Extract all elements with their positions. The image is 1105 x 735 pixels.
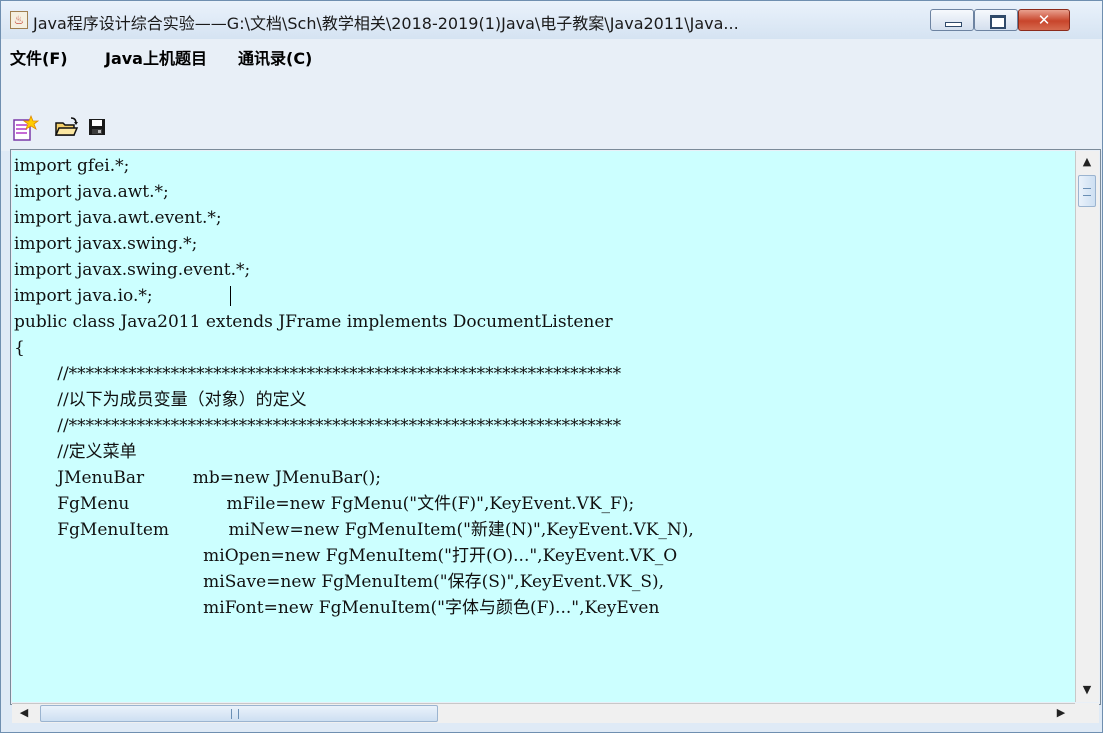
save-file-button[interactable] <box>85 115 111 141</box>
scroll-right-arrow-icon[interactable]: ▶ <box>1052 704 1070 722</box>
minimize-icon <box>945 22 962 27</box>
maximize-icon <box>990 15 1006 29</box>
code-line: import java.io.*; <box>14 286 153 306</box>
menu-contacts[interactable]: 通讯录(C) <box>238 45 312 69</box>
code-line: { <box>14 338 25 358</box>
code-line: import javax.swing.event.*; <box>14 260 251 280</box>
close-icon: ✕ <box>1037 11 1051 29</box>
code-line: miFont=new FgMenuItem("字体与颜色(F)...",KeyE… <box>14 598 660 618</box>
code-line: import javax.swing.*; <box>14 234 198 254</box>
code-line: public class Java2011 extends JFrame imp… <box>14 312 613 332</box>
java-app-icon: ♨ <box>10 11 28 29</box>
code-line: import java.awt.event.*; <box>14 208 222 228</box>
open-folder-icon <box>54 117 79 136</box>
new-file-icon <box>13 114 40 141</box>
code-line: //**************************************… <box>14 416 622 436</box>
window-title: Java程序设计综合实验——G:\文档\Sch\教学相关\2018-2019(1… <box>33 14 739 33</box>
save-disk-icon <box>89 119 105 135</box>
menu-bar: 文件(F) Java上机题目 通讯录(C) <box>1 39 1102 71</box>
code-line: import java.awt.*; <box>14 182 169 202</box>
menu-java-exercises[interactable]: Java上机题目 <box>105 45 207 69</box>
grip-icon <box>231 709 239 719</box>
vertical-scrollbar[interactable]: ▲ ▼ <box>1075 151 1099 702</box>
code-line: miSave=new FgMenuItem("保存(S)",KeyEvent.V… <box>14 572 665 592</box>
code-line: //定义菜单 <box>14 442 137 462</box>
code-line: import gfei.*; <box>14 156 130 176</box>
code-editor[interactable]: import gfei.*; import java.awt.*; import… <box>12 151 1075 702</box>
grip-icon <box>1083 188 1091 196</box>
code-line: miOpen=new FgMenuItem("打开(O)...",KeyEven… <box>14 546 678 566</box>
scroll-corner <box>1075 703 1099 723</box>
open-file-button[interactable] <box>54 115 80 141</box>
vertical-scroll-thumb[interactable] <box>1078 175 1096 207</box>
code-line: FgMenuItem miNew=new FgMenuItem("新建(N)",… <box>14 520 694 540</box>
title-bar[interactable]: ♨ Java程序设计综合实验——G:\文档\Sch\教学相关\2018-2019… <box>1 1 1102 40</box>
horizontal-scroll-thumb[interactable] <box>40 705 438 722</box>
scroll-up-arrow-icon[interactable]: ▲ <box>1078 153 1096 171</box>
scroll-down-arrow-icon[interactable]: ▼ <box>1078 681 1096 699</box>
code-line: FgMenu mFile=new FgMenu("文件(F)",KeyEvent… <box>14 494 635 514</box>
code-line: //以下为成员变量（对象）的定义 <box>14 390 307 410</box>
code-line: JMenuBar mb=new JMenuBar(); <box>14 468 381 488</box>
minimize-button[interactable] <box>930 9 974 31</box>
code-line: //**************************************… <box>14 364 622 384</box>
text-caret <box>230 286 231 306</box>
horizontal-scrollbar[interactable]: ◀ ▶ <box>12 703 1075 723</box>
scroll-left-arrow-icon[interactable]: ◀ <box>15 704 33 722</box>
menu-file[interactable]: 文件(F) <box>10 45 68 69</box>
close-button[interactable]: ✕ <box>1018 9 1070 31</box>
maximize-button[interactable] <box>974 9 1018 31</box>
new-file-button[interactable] <box>11 114 40 141</box>
app-window: ♨ Java程序设计综合实验——G:\文档\Sch\教学相关\2018-2019… <box>0 0 1103 733</box>
toolbar <box>1 71 1102 151</box>
